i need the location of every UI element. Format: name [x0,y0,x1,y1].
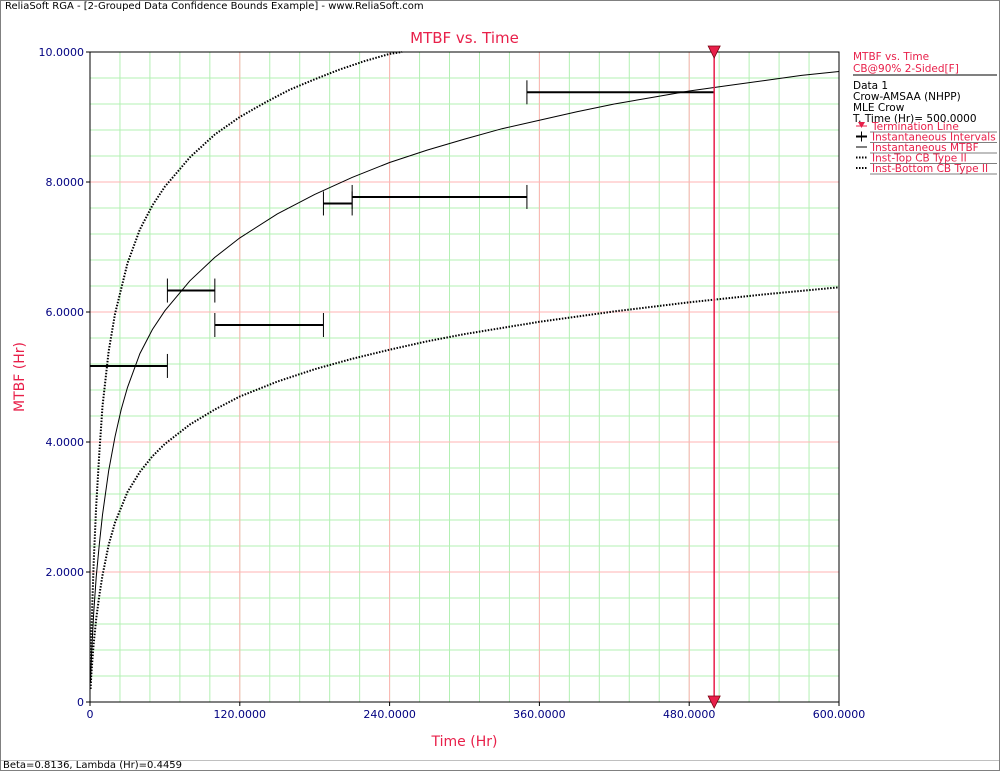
y-tick-label: 6.0000 [46,306,85,319]
x-axis: 0 120.0000 240.0000 360.0000 480.0000 600.000… [87,702,866,721]
x-axis-title: Time (Hr) [431,734,498,750]
x-tick-label: 600.0000 [813,708,866,721]
y-tick-label: 4.0000 [46,436,85,449]
termination-line [707,45,721,709]
chart-title: MTBF vs. Time [410,29,519,47]
plot-frame [89,51,840,703]
x-tick-label: 120.0000 [214,708,267,721]
y-tick-label: 10.0000 [39,46,85,59]
legend-swatch-marker [858,122,865,128]
y-tick-label: 8.0000 [46,176,85,189]
x-tick-label: 0 [87,708,94,721]
legend-item-label: Inst-Bottom CB Type II [872,163,988,175]
status-bar: Beta=0.8136, Lambda (Hr)=0.4459 [1,760,999,771]
legend-plot-name: MTBF vs. Time [853,51,929,63]
legend[interactable]: MTBF vs. Time CB@90% 2-Sided[F] Data 1 C… [852,51,997,175]
legend-cb-label: CB@90% 2-Sided[F] [853,63,959,75]
series-instantaneous-mtbf [90,71,840,682]
series-layer [89,51,840,690]
y-axis-title: MTBF (Hr) [12,342,28,412]
x-tick-label: 480.0000 [663,708,716,721]
major-grid [90,52,839,702]
series-inst-bottom-cb-type-ii [89,286,840,690]
x-tick-label: 240.0000 [363,708,416,721]
y-tick-label: 0 [77,696,84,709]
x-tick-label: 360.0000 [513,708,566,721]
mtbf-chart[interactable]: MTBF vs. Time Time (Hr) MTBF (Hr) 0 120.0… [1,1,999,758]
minor-grid [90,52,839,702]
intervals-layer [89,80,715,378]
app-window: ReliaSoft RGA - [2-Grouped Data Confiden… [0,0,1000,771]
legend-items: Termination LineInstantaneous IntervalsI… [856,121,997,175]
y-axis: 0 2.0000 4.0000 6.0000 8.0000 10.0000 [39,46,90,709]
y-tick-label: 2.0000 [46,566,85,579]
